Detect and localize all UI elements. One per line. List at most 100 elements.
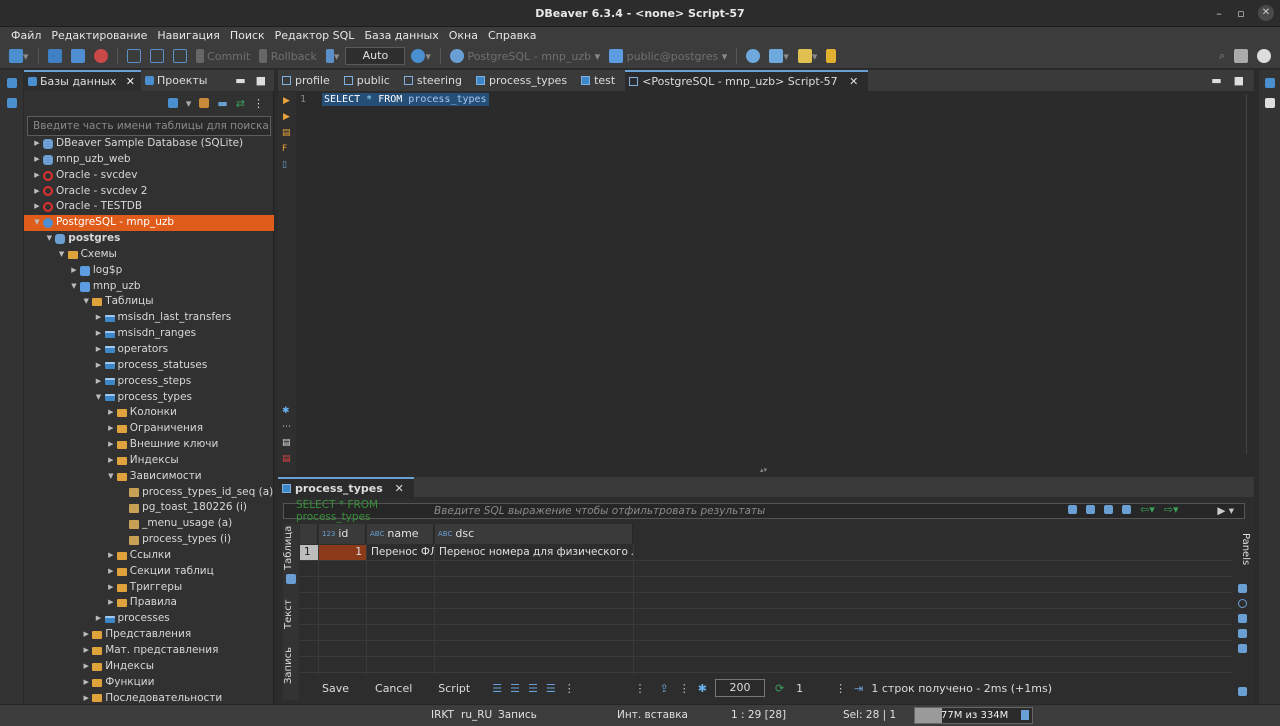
column-header-dsc[interactable]: ABC dsc xyxy=(435,524,633,544)
minimize-icon[interactable]: – xyxy=(1208,0,1230,27)
dbeaver-logo-icon[interactable] xyxy=(1254,47,1274,65)
active-schema-selector[interactable]: public@postgres ▾ xyxy=(606,47,730,65)
tab-steering[interactable]: steering xyxy=(400,70,472,91)
chevron-down-icon[interactable]: ▼ xyxy=(81,294,91,310)
navigator-icon[interactable] xyxy=(7,98,17,108)
fetch-size-input[interactable]: 200 xyxy=(714,679,765,697)
save-filter-icon[interactable] xyxy=(1104,505,1113,514)
edit-row-icon[interactable]: ☰ xyxy=(492,682,502,695)
tree-node[interactable]: ▶ Индексы xyxy=(24,453,274,469)
cell-name[interactable]: Перенос ФЛ xyxy=(367,545,434,560)
clear-filter-icon[interactable] xyxy=(1068,505,1077,514)
tab-script-57[interactable]: <PostgreSQL - mnp_uzb> Script-57 ✕ xyxy=(625,70,869,92)
tree-node[interactable]: ▶ Ссылки xyxy=(24,548,274,564)
more-icon[interactable]: ⋮ xyxy=(253,97,264,110)
column-header-name[interactable]: ABC name xyxy=(367,524,434,544)
tree-node[interactable]: process_types (i) xyxy=(24,532,274,548)
close-icon[interactable]: ✕ xyxy=(849,71,858,92)
tree-node[interactable]: ▶ process_statuses xyxy=(24,358,274,374)
rollback-button[interactable]: Rollback xyxy=(256,47,320,65)
tree-node[interactable]: ▶ msisdn_last_transfers xyxy=(24,310,274,326)
tab-table-view[interactable]: Таблица xyxy=(283,526,299,570)
menu-database[interactable]: База данных xyxy=(359,27,443,44)
tree-node[interactable]: ▶ operators xyxy=(24,342,274,358)
more-icon[interactable]: ⋯ xyxy=(282,422,291,432)
more-icon[interactable]: ⋮ xyxy=(635,682,646,695)
chevron-right-icon[interactable]: ▶ xyxy=(81,627,91,643)
close-icon[interactable]: ✕ xyxy=(1258,5,1274,21)
link-icon[interactable]: ⇄ xyxy=(236,97,245,110)
menu-search[interactable]: Поиск xyxy=(225,27,270,44)
sql-query-text[interactable]: SELECT * FROM process_types xyxy=(322,93,489,106)
collapse-icon[interactable]: ▬ xyxy=(217,97,227,110)
more-icon[interactable]: ⋮ xyxy=(679,682,690,695)
gc-icon[interactable] xyxy=(1021,710,1029,720)
transaction-log-icon[interactable] xyxy=(147,47,167,65)
tree-node[interactable]: ▼ Таблицы xyxy=(24,294,274,310)
refresh-icon[interactable] xyxy=(1122,505,1131,514)
splitter-handle[interactable]: ▴▾ xyxy=(760,466,767,474)
chevron-right-icon[interactable]: ▶ xyxy=(32,184,42,200)
format-icon[interactable]: ▾ xyxy=(795,47,821,65)
chevron-right-icon[interactable]: ▶ xyxy=(106,405,116,421)
invalidate-icon[interactable] xyxy=(68,47,88,65)
memory-usage[interactable]: 77M из 334M xyxy=(914,707,1033,724)
tree-node[interactable]: ▶ Внешние ключи xyxy=(24,437,274,453)
tree-node[interactable]: ▶ Функции xyxy=(24,675,274,691)
disconnect-icon[interactable] xyxy=(91,47,111,65)
calc-icon[interactable] xyxy=(1238,584,1247,593)
dashboard-icon[interactable] xyxy=(743,47,763,65)
chevron-right-icon[interactable]: ▶ xyxy=(32,199,42,215)
tab-text-view[interactable]: Текст xyxy=(283,594,299,634)
tab-databases[interactable]: Базы данных ✕ xyxy=(24,70,141,91)
explain-icon[interactable]: ▤ xyxy=(282,128,291,138)
chevron-down-icon[interactable]: ▼ xyxy=(32,215,42,231)
perspective-icon[interactable] xyxy=(1231,47,1251,65)
chevron-down-icon[interactable]: ▼ xyxy=(69,279,79,295)
active-connection-selector[interactable]: PostgreSQL - mnp_uzb ▾ xyxy=(447,47,603,65)
chevron-down-icon[interactable]: ▼ xyxy=(57,247,67,263)
chevron-right-icon[interactable]: ▶ xyxy=(69,263,79,279)
transaction-mode-icon[interactable]: ▾ xyxy=(323,47,343,65)
pin-icon[interactable]: ⇥ xyxy=(854,682,863,695)
menu-help[interactable]: Справка xyxy=(483,27,541,44)
maximize-icon[interactable]: ■ xyxy=(256,74,266,87)
tree-node[interactable]: ▼ postgres xyxy=(24,231,274,247)
more-icon[interactable]: ⋮ xyxy=(835,682,846,695)
tree-node[interactable]: ▶ DBeaver Sample Database (SQLite) xyxy=(24,136,274,152)
tab-test[interactable]: test xyxy=(577,70,625,91)
tree-node[interactable]: _menu_usage (a) xyxy=(24,516,274,532)
tree-node[interactable]: ▶ Oracle - svcdev xyxy=(24,168,274,184)
commit-button[interactable]: Commit xyxy=(193,47,254,65)
info-icon[interactable] xyxy=(1238,599,1247,608)
tree-node[interactable]: ▶ Колонки xyxy=(24,405,274,421)
execute-script-icon[interactable]: ▶ xyxy=(283,112,290,122)
restore-icon[interactable] xyxy=(7,78,17,88)
apply-filter-icon[interactable]: ▶ ▾ xyxy=(1217,505,1234,517)
tree-node[interactable]: ▶ Представления xyxy=(24,627,274,643)
grouping-icon[interactable] xyxy=(1238,614,1247,623)
menu-window[interactable]: Окна xyxy=(444,27,483,44)
chevron-right-icon[interactable]: ▶ xyxy=(106,453,116,469)
tree-node[interactable]: ▶ processes xyxy=(24,611,274,627)
cell-dsc[interactable]: Перенос номера для физического лица xyxy=(435,545,633,560)
chevron-right-icon[interactable]: ▶ xyxy=(32,136,42,152)
chevron-right-icon[interactable]: ▶ xyxy=(81,659,91,675)
restore-icon[interactable] xyxy=(1265,78,1275,88)
tree-node[interactable]: ▶ Правила xyxy=(24,595,274,611)
minimize-icon[interactable]: ▬ xyxy=(1211,74,1221,87)
save-file-icon[interactable]: ▤ xyxy=(282,438,291,448)
tree-node[interactable]: ▼ process_types xyxy=(24,390,274,406)
chevron-right-icon[interactable]: ▶ xyxy=(81,675,91,691)
chevron-right-icon[interactable]: ▶ xyxy=(106,595,116,611)
prev-icon[interactable]: ⇦▾ xyxy=(1140,503,1155,516)
dots-icon[interactable] xyxy=(1238,644,1247,653)
settings-icon[interactable]: ✱ xyxy=(282,406,290,416)
maximize-icon[interactable]: ▫ xyxy=(1230,0,1252,27)
folder-icon[interactable] xyxy=(199,98,210,108)
layout-icon[interactable]: ▾ xyxy=(766,47,792,65)
column-header-id[interactable]: 123 id xyxy=(319,524,366,544)
chevron-down-icon[interactable]: ▼ xyxy=(106,469,116,485)
chevron-right-icon[interactable]: ▶ xyxy=(94,326,104,342)
copy-row-icon[interactable]: ☰ xyxy=(528,682,538,695)
